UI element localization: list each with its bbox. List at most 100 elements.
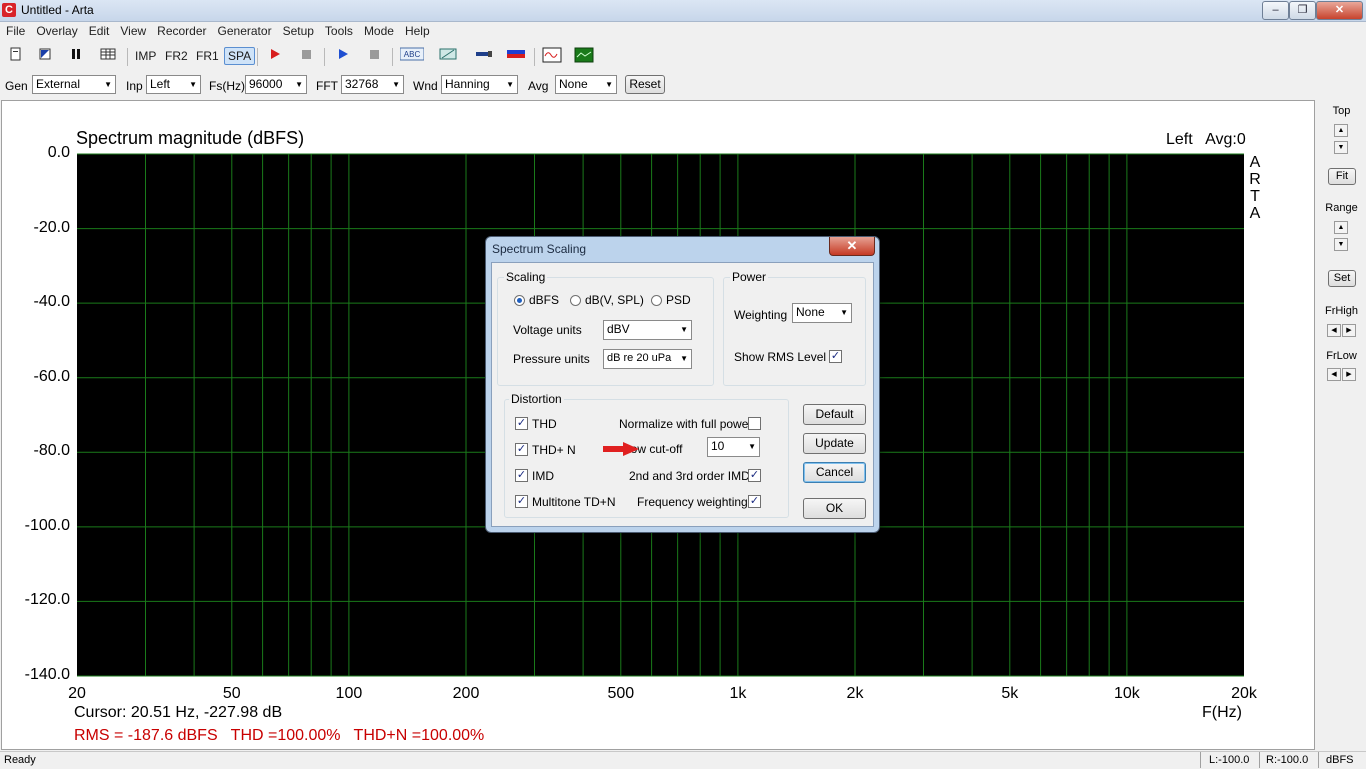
chevron-down-icon: ▼: [840, 308, 848, 317]
x-tick-label: 20k: [1231, 685, 1257, 702]
weighting-select[interactable]: None ▼: [792, 303, 852, 323]
arta-logo: A R T A: [1248, 154, 1262, 222]
imd-order-label: 2nd and 3rd order IMD: [629, 469, 750, 483]
radio-dbv-spl[interactable]: [570, 295, 581, 306]
frlow-label: FrLow: [1326, 350, 1357, 362]
thd-checkbox[interactable]: ✓: [515, 417, 528, 430]
fit-button[interactable]: Fit: [1328, 168, 1356, 185]
thd-label: THD: [532, 417, 557, 431]
imd-checkbox[interactable]: ✓: [515, 469, 528, 482]
x-tick-label: 200: [452, 685, 480, 702]
frequency-weighting-checkbox[interactable]: ✓: [748, 495, 761, 508]
status-bar: Ready L:-100.0 R:-100.0 dBFS: [0, 751, 1366, 769]
x-tick-label: 50: [222, 685, 241, 702]
dialog-body: Scaling dBFS dB(V, SPL) PSD Voltage unit…: [491, 262, 874, 527]
imd-order-checkbox[interactable]: ✓: [748, 469, 761, 482]
range-up-icon[interactable]: ▲: [1334, 221, 1348, 234]
power-group-title: Power: [730, 270, 769, 284]
chevron-down-icon: ▼: [680, 354, 688, 363]
y-tick-label: -60.0: [33, 367, 70, 385]
x-tick-label: 100: [335, 685, 363, 702]
x-tick-label: 20: [68, 685, 86, 702]
cancel-button[interactable]: Cancel: [803, 462, 866, 483]
pressure-units-select[interactable]: dB re 20 uPa ▼: [603, 349, 692, 369]
dialog-title: Spectrum Scaling: [492, 242, 587, 256]
weighting-value: None: [796, 305, 825, 319]
red-arrow-icon: [603, 442, 639, 456]
multitone-checkbox[interactable]: ✓: [515, 495, 528, 508]
low-cutoff-value: 10: [711, 439, 725, 453]
y-tick-label: 0.0: [47, 144, 70, 161]
low-cutoff-select[interactable]: 10 ▼: [707, 437, 760, 457]
top-up-icon[interactable]: ▲: [1334, 124, 1348, 137]
radio-dbv-spl-label: dB(V, SPL): [585, 293, 644, 307]
x-tick-label: 500: [607, 685, 635, 702]
pressure-units-value: dB re 20 uPa: [607, 352, 672, 364]
thdn-checkbox[interactable]: ✓: [515, 443, 528, 456]
scaling-group: Scaling dBFS dB(V, SPL) PSD Voltage unit…: [497, 270, 714, 386]
thdn-label: THD+ N: [532, 443, 576, 457]
frhigh-left-icon[interactable]: ◀: [1327, 324, 1341, 337]
x-tick-label: 5k: [1001, 685, 1019, 702]
voltage-units-value: dBV: [607, 322, 630, 336]
update-button[interactable]: Update: [803, 433, 866, 454]
chart-title: Spectrum magnitude (dBFS): [76, 128, 305, 148]
frhigh-right-icon[interactable]: ▶: [1342, 324, 1356, 337]
left-level: L:-100.0: [1209, 754, 1250, 766]
multitone-label: Multitone TD+N: [532, 495, 616, 509]
spectrum-scaling-dialog[interactable]: Spectrum Scaling ✕ Scaling dBFS dB(V, SP…: [485, 236, 880, 533]
normalize-label: Normalize with full power: [619, 417, 753, 431]
dialog-close-button[interactable]: ✕: [829, 237, 875, 256]
voltage-units-label: Voltage units: [513, 323, 582, 337]
y-tick-label: -80.0: [33, 442, 70, 460]
x-axis-label: F(Hz): [1202, 704, 1242, 721]
x-tick-label: 1k: [729, 685, 747, 702]
logo-letter: T: [1250, 188, 1260, 205]
frequency-weighting-label: Frequency weighting: [637, 495, 748, 509]
level-unit: dBFS: [1326, 754, 1354, 766]
chevron-down-icon: ▼: [748, 442, 756, 451]
pressure-units-label: Pressure units: [513, 352, 590, 366]
right-control-panel: Top ▲ ▼ Fit Range ▲ ▼ Set FrHigh ◀ ▶ FrL…: [1317, 100, 1366, 750]
y-tick-label: -140.0: [24, 666, 70, 683]
radio-psd[interactable]: [651, 295, 662, 306]
normalize-checkbox[interactable]: [748, 417, 761, 430]
power-group: Power Weighting None ▼ Show RMS Level ✓: [723, 270, 866, 386]
logo-letter: A: [1249, 205, 1261, 222]
x-tick-label: 10k: [1113, 685, 1140, 702]
frlow-left-icon[interactable]: ◀: [1327, 368, 1341, 381]
range-label: Range: [1325, 202, 1358, 214]
show-rms-label: Show RMS Level: [734, 350, 827, 364]
cursor-readout: Cursor: 20.51 Hz, -227.98 dB: [74, 704, 283, 721]
distortion-group: Distortion ✓ THD ✓ THD+ N ✓ IMD ✓ Multit…: [504, 392, 789, 518]
logo-letter: A: [1249, 154, 1261, 171]
right-level: R:-100.0: [1266, 754, 1309, 766]
status-text: Ready: [4, 754, 36, 766]
ok-button[interactable]: OK: [803, 498, 866, 519]
radio-dbfs[interactable]: [514, 295, 525, 306]
range-down-icon[interactable]: ▼: [1334, 238, 1348, 251]
voltage-units-select[interactable]: dBV ▼: [603, 320, 692, 340]
frhigh-label: FrHigh: [1324, 305, 1358, 317]
y-tick-label: -20.0: [33, 218, 70, 236]
rms-thd-readout: RMS = -187.6 dBFS THD =100.00% THD+N =10…: [74, 727, 485, 744]
y-tick-label: -120.0: [24, 591, 70, 609]
chevron-down-icon: ▼: [680, 325, 688, 334]
y-tick-label: -40.0: [33, 293, 70, 311]
default-button[interactable]: Default: [803, 404, 866, 425]
frlow-right-icon[interactable]: ▶: [1342, 368, 1356, 381]
distortion-group-title: Distortion: [509, 392, 564, 406]
radio-psd-label: PSD: [666, 293, 691, 307]
scaling-group-title: Scaling: [504, 270, 548, 284]
top-label: Top: [1332, 105, 1351, 117]
set-button[interactable]: Set: [1328, 270, 1356, 287]
channel-avg-status: Left Avg:0: [1166, 131, 1246, 148]
x-tick-label: 2k: [846, 685, 864, 702]
weighting-label: Weighting: [734, 308, 788, 322]
logo-letter: R: [1249, 171, 1261, 188]
show-rms-checkbox[interactable]: ✓: [829, 350, 842, 363]
y-tick-label: -100.0: [24, 516, 70, 534]
radio-dbfs-label: dBFS: [529, 293, 560, 307]
top-down-icon[interactable]: ▼: [1334, 141, 1348, 154]
imd-label: IMD: [532, 469, 554, 483]
